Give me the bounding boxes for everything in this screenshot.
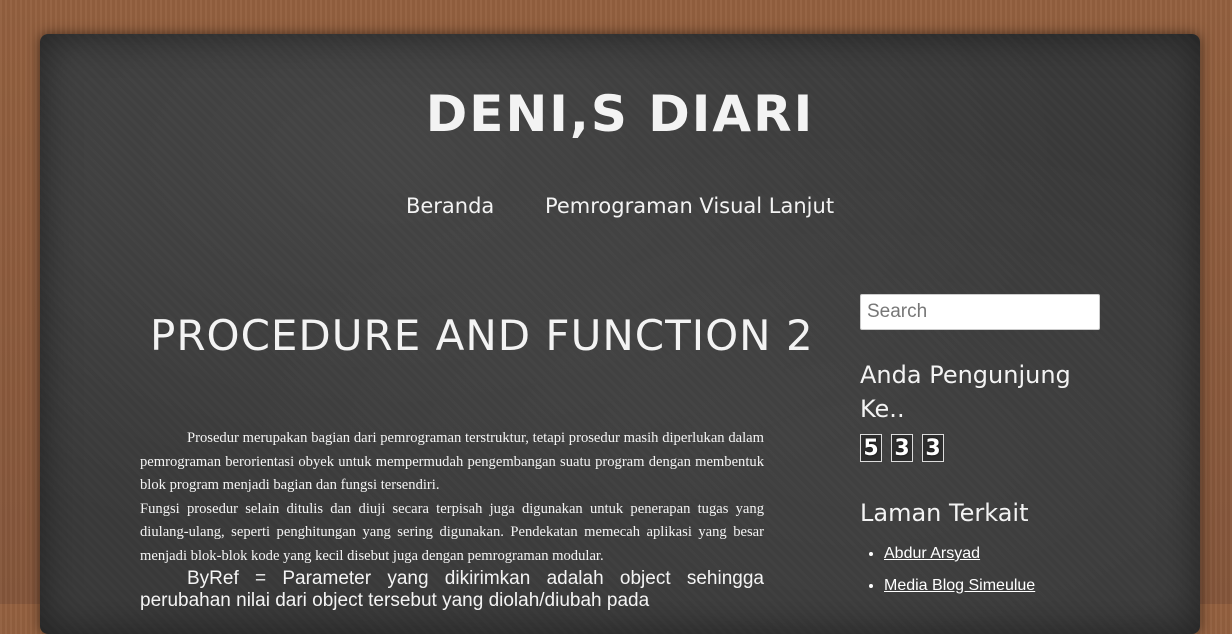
post-title[interactable]: PROCEDURE AND FUNCTION 2	[150, 308, 814, 364]
links-widget-title: Laman Terkait	[860, 499, 1029, 527]
sidebar: Anda Pengunjung Ke.. 5 3 3 Laman Terkait…	[860, 294, 1100, 608]
post-paragraph: Fungsi prosedur selain ditulis dan diuji…	[140, 500, 764, 564]
list-item: Abdur Arsyad	[884, 544, 1100, 564]
post-paragraph: ByRef = Parameter yang dikirimkan adalah…	[140, 568, 764, 611]
links-list: Abdur Arsyad Media Blog Simeulue	[860, 544, 1100, 596]
counter-digit: 3	[891, 434, 913, 462]
main-nav: Beranda Pemrograman Visual Lanjut	[40, 194, 1200, 218]
link-media-blog-simeulue[interactable]: Media Blog Simeulue	[884, 577, 1035, 594]
link-abdur-arsyad[interactable]: Abdur Arsyad	[884, 545, 980, 562]
visitor-widget-title: Anda Pengunjung Ke..	[860, 361, 1071, 423]
counter-digit: 3	[922, 434, 944, 462]
counter-digit: 5	[860, 434, 882, 462]
post-paragraph: Prosedur merupakan bagian dari pemrogram…	[140, 430, 764, 493]
blog-title[interactable]: DENI,S DIARI	[40, 84, 1200, 144]
visitor-counter-widget: Anda Pengunjung Ke.. 5 3 3	[860, 358, 1100, 462]
visitor-counter: 5 3 3	[860, 434, 1100, 462]
search-input[interactable]	[860, 294, 1100, 330]
nav-item-pemrograman-visual-lanjut[interactable]: Pemrograman Visual Lanjut	[545, 194, 834, 218]
chalkboard-container: DENI,S DIARI Beranda Pemrograman Visual …	[40, 34, 1200, 634]
list-item: Media Blog Simeulue	[884, 576, 1100, 596]
links-widget: Laman Terkait Abdur Arsyad Media Blog Si…	[860, 496, 1100, 596]
nav-item-beranda[interactable]: Beranda	[406, 194, 494, 218]
post-body: Prosedur merupakan bagian dari pemrogram…	[140, 427, 764, 612]
